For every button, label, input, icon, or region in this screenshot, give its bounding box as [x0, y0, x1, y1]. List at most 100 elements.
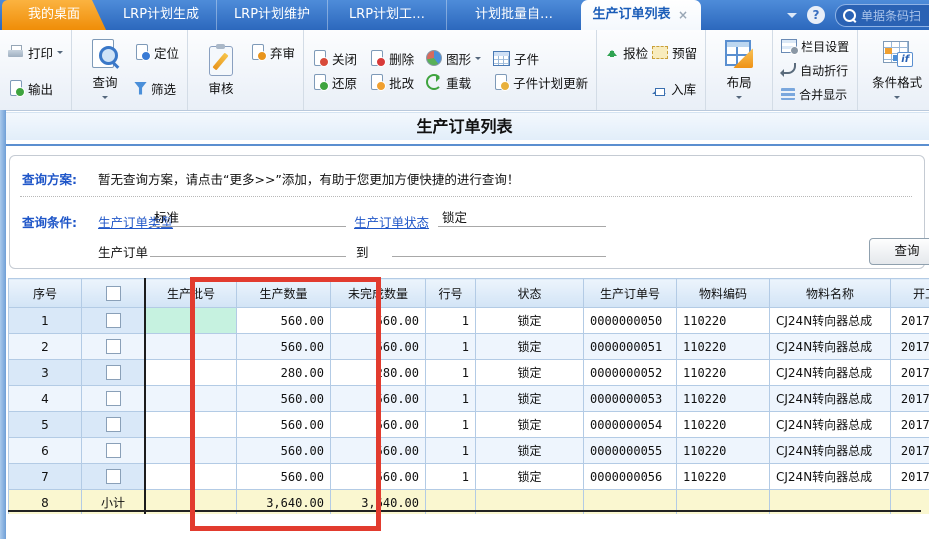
column-header[interactable]: 物料编码: [677, 279, 770, 308]
cell-order: 0000000055: [584, 438, 677, 464]
tab-overflow-chevron-down-icon[interactable]: [787, 13, 797, 23]
row-checkbox[interactable]: [106, 313, 121, 328]
batch-modify-button[interactable]: 批改: [367, 70, 416, 94]
table-row[interactable]: 5560.00560.001锁定0000000054110220CJ24N转向器…: [9, 412, 929, 438]
reserve-button[interactable]: 预留: [650, 40, 699, 64]
subitem-button[interactable]: 子件: [491, 46, 590, 70]
cell-name: CJ24N转向器总成: [770, 412, 891, 438]
row-checkbox[interactable]: [106, 417, 121, 432]
tab-lrp-plan-generate[interactable]: LRP计划生成: [106, 0, 216, 30]
auto-wrap-icon: [781, 63, 796, 74]
row-checkbox[interactable]: [106, 365, 121, 380]
order-type-field[interactable]: 标准: [150, 207, 346, 227]
delete-button[interactable]: 删除: [367, 46, 416, 70]
reload-icon: [426, 74, 442, 90]
reload-button[interactable]: 重载: [424, 70, 483, 94]
order-status-field[interactable]: 锁定: [438, 207, 606, 227]
tab-label: LRP计划维护: [234, 7, 310, 22]
conditional-format-button[interactable]: 条件格式: [864, 38, 929, 102]
table-row[interactable]: 7560.00560.001锁定0000000056110220CJ24N转向器…: [9, 464, 929, 490]
table-row[interactable]: 4560.00560.001锁定0000000053110220CJ24N转向器…: [9, 386, 929, 412]
cell-start: 2017-08-06: [891, 386, 929, 412]
cell-check: [82, 360, 146, 386]
column-header[interactable]: 生产批号: [145, 279, 237, 308]
cell-code: 110220: [677, 334, 770, 360]
tab-plan-batch[interactable]: 计划批量自…: [446, 0, 581, 30]
unaudit-button[interactable]: 弃审: [248, 40, 297, 64]
row-checkbox[interactable]: [106, 443, 121, 458]
locate-button[interactable]: 定位: [132, 40, 181, 64]
instock-button[interactable]: 入库: [650, 76, 699, 100]
close-order-button[interactable]: 关闭: [310, 46, 359, 70]
barcode-search-input[interactable]: 单据条码扫: [835, 4, 929, 27]
tab-lrp-plan-work[interactable]: LRP计划工…: [327, 0, 446, 30]
cell-qty: 560.00: [237, 334, 331, 360]
graph-button[interactable]: 图形: [424, 46, 483, 70]
export-button[interactable]: 输出: [6, 76, 65, 100]
row-checkbox[interactable]: [106, 391, 121, 406]
chevron-down-icon: [102, 96, 108, 102]
column-header[interactable]: 物料名称: [770, 279, 891, 308]
print-button[interactable]: 打印: [6, 40, 65, 64]
cell-seq: 7: [9, 464, 82, 490]
order-from-field[interactable]: [150, 237, 346, 257]
row-checkbox[interactable]: [106, 469, 121, 484]
warehouse-icon: [652, 81, 667, 95]
table-row[interactable]: 1560.00560.001锁定0000000050110220CJ24N转向器…: [9, 308, 929, 334]
column-setting-button[interactable]: 栏目设置: [779, 34, 851, 58]
cell-order: 0000000054: [584, 412, 677, 438]
header-checkbox[interactable]: [106, 286, 121, 301]
search-icon: [843, 9, 856, 22]
query-scheme-label: 查询方案:: [22, 169, 77, 188]
cell-unfinished: 560.00: [331, 334, 426, 360]
cell-start: 2017-08-13: [891, 308, 929, 334]
filter-button[interactable]: 筛选: [132, 76, 181, 100]
divider: [20, 196, 912, 197]
tab-production-order-list[interactable]: 生产订单列表: [581, 0, 701, 30]
subitem-plan-update-button[interactable]: 子件计划更新: [491, 70, 590, 94]
column-header[interactable]: 序号: [9, 279, 82, 308]
query-button[interactable]: 查询: [78, 38, 132, 102]
table-header-row: 序号生产批号生产数量未完成数量行号状态生产订单号物料编码物料名称开工日期完工日期: [9, 279, 929, 308]
cell-start: 2017-08-03: [891, 464, 929, 490]
subitem-table-icon: [493, 51, 510, 66]
column-setting-icon: [781, 39, 797, 53]
order-status-link[interactable]: 生产订单状态: [354, 212, 429, 231]
select-all-header[interactable]: [82, 279, 146, 308]
table-row[interactable]: 3280.00280.001锁定0000000052110220CJ24N转向器…: [9, 360, 929, 386]
window-left-border: [0, 110, 6, 539]
column-header[interactable]: 开工日期: [891, 279, 929, 308]
column-header[interactable]: 行号: [426, 279, 476, 308]
tab-my-desktop[interactable]: 我的桌面: [2, 0, 106, 30]
merge-display-button[interactable]: 合并显示: [779, 82, 851, 106]
tab-lrp-plan-maintain[interactable]: LRP计划维护: [216, 0, 327, 30]
search-button[interactable]: 查询: [869, 238, 929, 265]
cell-order: 0000000050: [584, 308, 677, 334]
close-tab-icon[interactable]: [677, 9, 690, 22]
cell-status: 锁定: [476, 334, 584, 360]
cell-code: 110220: [677, 360, 770, 386]
column-header[interactable]: 生产订单号: [584, 279, 677, 308]
cell-check: [82, 464, 146, 490]
delete-icon: [369, 50, 385, 66]
row-checkbox[interactable]: [106, 339, 121, 354]
table-row[interactable]: 2560.00560.001锁定0000000051110220CJ24N转向器…: [9, 334, 929, 360]
column-header[interactable]: 状态: [476, 279, 584, 308]
cell-order: 0000000053: [584, 386, 677, 412]
restore-button[interactable]: 还原: [310, 70, 359, 94]
divider: [0, 144, 929, 146]
cell-code: 110220: [677, 308, 770, 334]
order-to-field[interactable]: [392, 237, 606, 257]
inspection-button[interactable]: 报检: [603, 40, 650, 64]
auto-wrap-button[interactable]: 自动折行: [779, 58, 851, 82]
audit-button[interactable]: 审核: [194, 44, 248, 97]
cell-qty: 280.00: [237, 360, 331, 386]
help-icon[interactable]: [807, 6, 825, 24]
cell-code: 110220: [677, 464, 770, 490]
reserve-box-icon: [652, 46, 668, 59]
column-header[interactable]: 生产数量: [237, 279, 331, 308]
tab-label: LRP计划生成: [123, 7, 199, 22]
layout-button[interactable]: 布局: [712, 38, 766, 102]
table-row[interactable]: 6560.00560.001锁定0000000055110220CJ24N转向器…: [9, 438, 929, 464]
column-header[interactable]: 未完成数量: [331, 279, 426, 308]
